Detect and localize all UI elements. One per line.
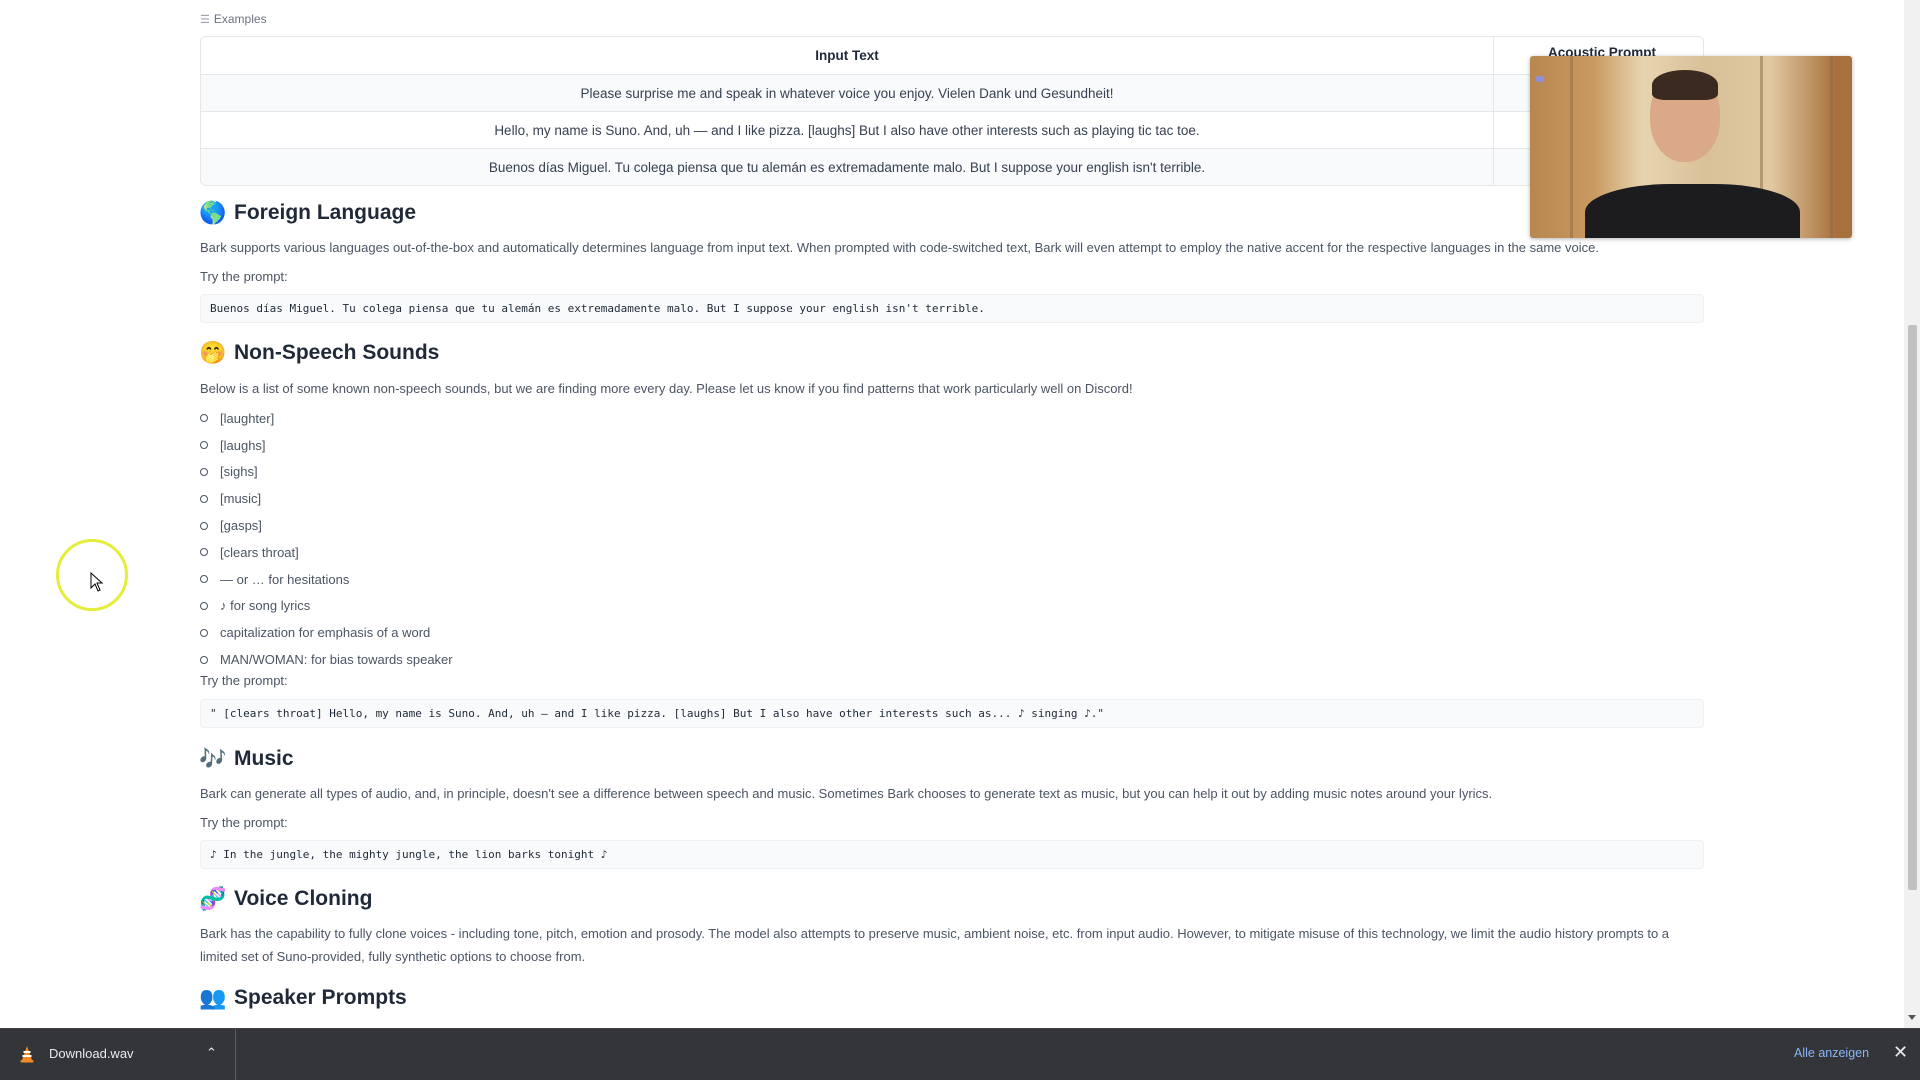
music-prompt-code[interactable]: ♪ In the jungle, the mighty jungle, the … — [200, 840, 1704, 869]
section-title: Music — [234, 747, 294, 770]
list-item: [clears throat] — [200, 539, 453, 566]
list-item-text: MAN/WOMAN: for bias towards speaker — [220, 652, 453, 668]
mouse-cursor-icon — [90, 572, 104, 592]
music-description: Bark can generate all types of audio, an… — [200, 786, 1493, 801]
non-speech-description: Below is a list of some known non-speech… — [200, 381, 1133, 396]
non-speech-heading: 🤭 Non-Speech Sounds — [199, 340, 440, 366]
webcam-background-detail — [1830, 56, 1833, 238]
list-item: [sighs] — [200, 459, 453, 486]
list-item-text: [gasps] — [220, 518, 262, 534]
foreign-language-description: Bark supports various languages out-of-t… — [200, 240, 1599, 255]
music-heading: 🎶 Music — [199, 746, 294, 772]
list-item-text: [clears throat] — [220, 544, 299, 560]
list-item: ♪ for song lyrics — [200, 593, 453, 620]
globe-icon: 🌎 — [199, 200, 227, 225]
people-silhouette-icon: 👥 — [199, 985, 227, 1010]
section-title: Speaker Prompts — [234, 986, 407, 1009]
music-notes-icon: 🎶 — [199, 746, 227, 771]
page-viewport: ☰ Examples Input Text Please surprise me… — [0, 0, 1904, 1028]
table-row[interactable]: Buenos días Miguel. Tu colega piensa que… — [201, 148, 1703, 185]
non-speech-prompt-code[interactable]: " [clears throat] Hello, my name is Suno… — [200, 699, 1704, 728]
input-text-cell[interactable]: Buenos días Miguel. Tu colega piensa que… — [201, 149, 1494, 185]
chevron-up-icon[interactable]: ⌃ — [206, 1045, 217, 1061]
list-item-text: ♪ for song lyrics — [220, 598, 311, 614]
try-prompt-label: Try the prompt: — [200, 673, 288, 688]
bullet-icon — [200, 441, 208, 450]
download-bar: Download.wav ⌃ Alle anzeigen ✕ — [0, 1028, 1920, 1080]
voice-cloning-description: Bark has the capability to fully clone v… — [200, 926, 1670, 964]
list-item: [gasps] — [200, 512, 453, 539]
foreign-language-prompt-code[interactable]: Buenos días Miguel. Tu colega piensa que… — [200, 294, 1704, 323]
webcam-background-detail — [1570, 56, 1573, 238]
webcam-person-hair — [1652, 70, 1718, 100]
list-item-text: [music] — [220, 491, 262, 507]
face-hand-over-mouth-icon: 🤭 — [199, 340, 227, 365]
list-item: [music] — [200, 485, 453, 512]
non-speech-list: [laughter] [laughs] [sighs] [music] [gas… — [200, 405, 453, 673]
list-item: [laughter] — [200, 405, 453, 432]
section-title: Foreign Language — [234, 201, 417, 224]
section-title: Non-Speech Sounds — [234, 341, 440, 364]
bullet-icon — [200, 414, 208, 423]
bullet-icon — [200, 521, 208, 530]
table-row[interactable]: Hello, my name is Suno. And, uh — and I … — [201, 111, 1703, 148]
webcam-overlay — [1530, 56, 1852, 238]
download-file-name[interactable]: Download.wav — [49, 1046, 134, 1061]
speaker-prompts-heading: 👥 Speaker Prompts — [199, 985, 407, 1011]
try-prompt-label: Try the prompt: — [200, 815, 288, 830]
download-item[interactable]: Download.wav ⌃ — [0, 1029, 236, 1080]
bullet-icon — [200, 467, 208, 476]
examples-label: Examples — [213, 12, 267, 26]
list-item: [laughs] — [200, 432, 453, 459]
vertical-scrollbar[interactable] — [1904, 0, 1920, 1028]
bullet-icon — [200, 575, 208, 584]
list-icon: ☰ — [200, 13, 210, 26]
foreign-language-heading: 🌎 Foreign Language — [199, 200, 417, 226]
scroll-down-arrow-icon[interactable] — [1908, 1015, 1916, 1020]
vlc-cone-icon — [20, 1046, 34, 1063]
scrollbar-thumb[interactable] — [1908, 325, 1917, 890]
webcam-badge-icon — [1536, 76, 1544, 82]
list-item: capitalization for emphasis of a word — [200, 619, 453, 646]
list-item-text: capitalization for emphasis of a word — [220, 625, 431, 641]
list-item: — or … for hesitations — [200, 566, 453, 593]
list-item-text: [laughter] — [220, 410, 275, 426]
bullet-icon — [200, 655, 208, 664]
show-all-downloads-link[interactable]: Alle anzeigen — [1794, 1046, 1869, 1060]
examples-table: Input Text Please surprise me and speak … — [200, 36, 1704, 186]
list-item-text: [laughs] — [220, 437, 266, 453]
list-item-text: [sighs] — [220, 464, 258, 480]
table-header-row: Input Text — [201, 37, 1703, 74]
bullet-icon — [200, 548, 208, 557]
dna-icon: 🧬 — [199, 886, 227, 911]
table-row[interactable]: Please surprise me and speak in whatever… — [201, 74, 1703, 111]
voice-cloning-heading: 🧬 Voice Cloning — [199, 886, 373, 912]
input-text-cell[interactable]: Hello, my name is Suno. And, uh — and I … — [201, 112, 1494, 148]
close-icon[interactable]: ✕ — [1893, 1042, 1908, 1063]
bullet-icon — [200, 628, 208, 637]
webcam-person-body — [1585, 184, 1800, 238]
bullet-icon — [200, 494, 208, 503]
try-prompt-label: Try the prompt: — [200, 269, 288, 284]
bullet-icon — [200, 601, 208, 610]
column-header-input-text: Input Text — [201, 37, 1494, 74]
section-title: Voice Cloning — [234, 887, 373, 910]
input-text-cell[interactable]: Please surprise me and speak in whatever… — [201, 75, 1494, 111]
examples-header[interactable]: ☰ Examples — [200, 12, 267, 26]
list-item-text: — or … for hesitations — [220, 571, 350, 587]
